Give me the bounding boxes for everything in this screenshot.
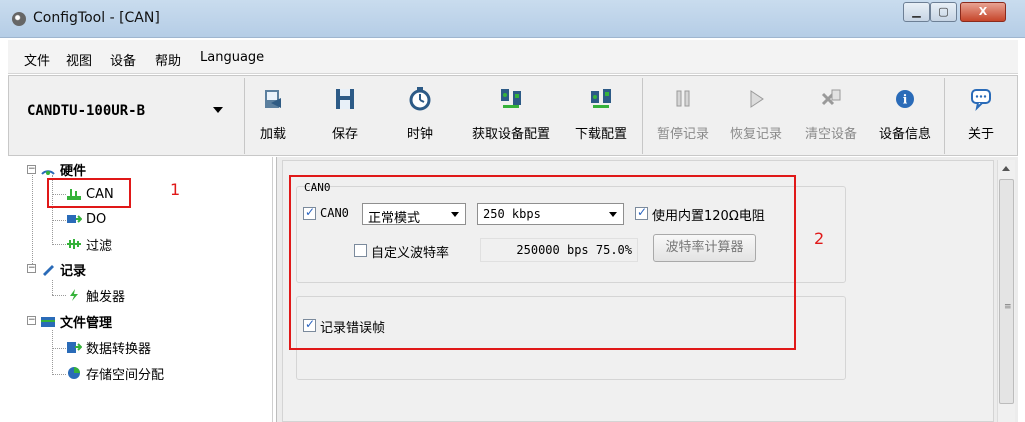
tree-label: 过滤 <box>86 238 113 254</box>
scroll-up-icon[interactable] <box>1002 166 1010 171</box>
resume-record-button[interactable]: 恢复记录 <box>722 81 790 153</box>
device-select[interactable]: CANDTU-100UR-B <box>27 103 145 119</box>
load-icon <box>265 90 281 108</box>
vertical-scrollbar[interactable]: ≡ <box>997 160 1015 422</box>
menu-view[interactable]: 视图 <box>66 50 92 69</box>
menu-help[interactable]: 帮助 <box>155 50 181 69</box>
lightning-icon <box>70 289 78 301</box>
about-icon <box>971 89 991 112</box>
toolbar: CANDTU-100UR-B 加载 保存 时钟 获取设备配置 下载配置 暂停记录… <box>8 75 1018 156</box>
tree-item-data-converter[interactable]: 数据转换器 <box>66 337 151 357</box>
annotation-label-1: 1 <box>170 180 181 199</box>
tree-label: 硬件 <box>60 163 87 179</box>
tree-line <box>52 374 66 375</box>
download-config-label: 下载配置 <box>574 127 627 142</box>
save-button[interactable]: 保存 <box>323 81 367 153</box>
pause-record-label: 暂停记录 <box>656 127 709 142</box>
pause-record-button[interactable]: 暂停记录 <box>649 81 717 153</box>
get-config-label: 获取设备配置 <box>471 127 550 142</box>
tree-line <box>52 330 53 375</box>
tree-label: 数据转换器 <box>86 341 152 357</box>
get-config-icon <box>501 89 521 108</box>
clock-icon <box>409 87 431 111</box>
resume-record-label: 恢复记录 <box>729 127 782 142</box>
get-config-button[interactable]: 获取设备配置 <box>463 81 559 153</box>
collapse-toggle[interactable]: − <box>27 264 36 273</box>
grip-icon: ≡ <box>1004 302 1012 312</box>
menu-file[interactable]: 文件 <box>24 50 50 69</box>
about-button[interactable]: 关于 <box>959 81 1003 153</box>
toolbar-separator <box>642 78 643 154</box>
tree-label: 存储空间分配 <box>86 367 165 383</box>
app-icon <box>12 12 26 26</box>
window-title: ConfigTool - [CAN] <box>33 10 160 26</box>
hardware-icon <box>41 170 55 175</box>
menu-language[interactable]: Language <box>200 50 264 65</box>
scroll-thumb[interactable]: ≡ <box>999 179 1014 404</box>
collapse-toggle[interactable]: − <box>27 165 36 174</box>
device-info-label: 设备信息 <box>878 127 931 142</box>
annotation-label-2: 2 <box>814 229 825 248</box>
tree-item-storage[interactable]: 存储空间分配 <box>66 363 164 383</box>
pie-chart-icon <box>68 367 80 379</box>
resume-icon <box>750 90 764 108</box>
tree-item-filter[interactable]: 过滤 <box>66 234 112 254</box>
toolbar-separator <box>244 78 245 154</box>
do-icon <box>67 215 82 223</box>
tree-item-record[interactable]: 记录 <box>40 259 86 279</box>
info-icon: i <box>896 90 914 108</box>
tree-label: 文件管理 <box>60 315 113 331</box>
menu-bar: 文件 视图 设备 帮助 Language <box>8 40 1018 74</box>
tree-item-trigger[interactable]: 触发器 <box>66 285 125 305</box>
download-config-icon <box>591 89 611 108</box>
clear-device-label: 清空设备 <box>804 127 857 142</box>
maximize-button[interactable]: ▢ <box>930 2 957 22</box>
filter-icon <box>67 239 81 249</box>
tree-label: DO <box>86 211 107 227</box>
tree-line <box>52 280 53 295</box>
save-label: 保存 <box>331 127 358 142</box>
svg-text:i: i <box>903 93 908 107</box>
clear-device-button[interactable]: 清空设备 <box>797 81 865 153</box>
tree-label: 触发器 <box>86 289 126 305</box>
save-icon <box>336 89 354 109</box>
folder-icon <box>41 317 55 327</box>
tree-line <box>52 348 66 349</box>
collapse-toggle[interactable]: − <box>27 316 36 325</box>
tree-line <box>52 295 66 296</box>
pause-icon <box>676 90 690 107</box>
menu-device[interactable]: 设备 <box>110 50 136 69</box>
toolbar-separator <box>944 78 945 154</box>
chevron-down-icon[interactable] <box>213 107 223 113</box>
tree-line <box>52 244 66 245</box>
tree-item-hardware[interactable]: 硬件 <box>40 159 86 179</box>
tree-line <box>52 220 66 221</box>
about-label: 关于 <box>967 127 994 142</box>
tree-label: 记录 <box>60 263 87 279</box>
annotation-box-1 <box>47 178 131 208</box>
tree-item-file-management[interactable]: 文件管理 <box>40 311 112 331</box>
clock-button[interactable]: 时钟 <box>398 81 442 153</box>
download-config-button[interactable]: 下载配置 <box>567 81 635 153</box>
clear-icon <box>821 89 841 106</box>
tree-line <box>32 172 33 270</box>
title-bar: ConfigTool - [CAN] ▁ ▢ X <box>0 0 1025 38</box>
load-button[interactable]: 加载 <box>251 81 295 153</box>
clock-label: 时钟 <box>406 127 433 142</box>
pencil-icon <box>43 265 54 276</box>
tree-item-do[interactable]: DO <box>66 209 106 229</box>
annotation-box-2 <box>289 175 796 350</box>
load-label: 加载 <box>259 127 286 142</box>
converter-icon <box>67 342 82 353</box>
device-info-button[interactable]: i 设备信息 <box>871 81 939 153</box>
close-button[interactable]: X <box>960 2 1006 22</box>
minimize-button[interactable]: ▁ <box>903 2 930 22</box>
